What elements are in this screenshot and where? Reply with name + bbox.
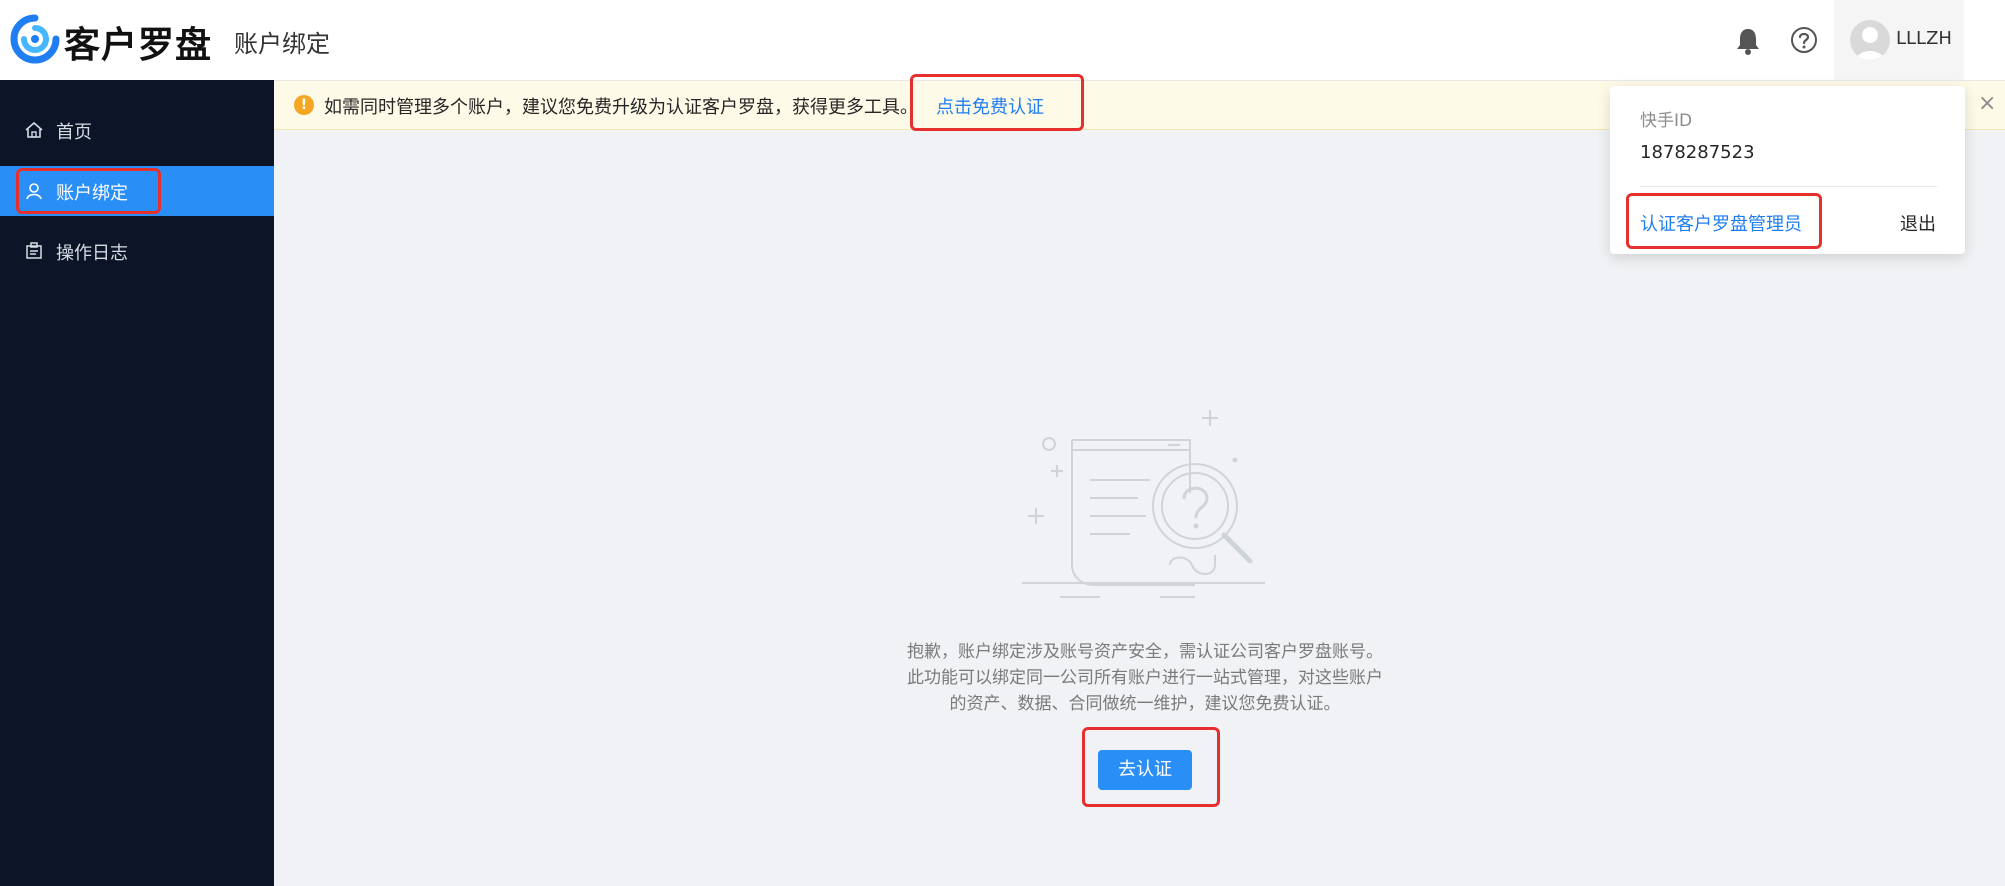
user-menu-trigger[interactable]: LLLZH (1834, 0, 1964, 80)
kuaishou-id-label: 快手ID (1640, 111, 1693, 131)
sidebar-item-label: 账户绑定 (56, 183, 128, 204)
notice-text: 如需同时管理多个账户，建议您免费升级为认证客户罗盘，获得更多工具。 (324, 97, 918, 118)
warning-icon: ! (294, 95, 314, 115)
empty-state-illustration (1022, 410, 1265, 598)
description-line-2: 此功能可以绑定同一公司所有账户进行一站式管理，对这些账户 (907, 668, 1383, 688)
user-name: LLLZH (1896, 28, 1952, 49)
free-certify-link[interactable]: 点击免费认证 (936, 93, 1044, 119)
sidebar-item-label: 首页 (56, 122, 92, 143)
user-icon (26, 183, 42, 200)
bell-icon[interactable] (1734, 26, 1762, 56)
description-line-1: 抱歉，账户绑定涉及账号资产安全，需认证公司客户罗盘账号。 (907, 642, 1383, 662)
sidebar-item-account-binding[interactable]: 账户绑定 (0, 166, 274, 216)
sidebar-item-home[interactable]: 首页 (0, 105, 274, 155)
home-icon (25, 121, 43, 138)
close-icon[interactable]: × (1978, 91, 1996, 116)
sidebar-item-operation-log[interactable]: 操作日志 (0, 226, 274, 276)
user-popover: 快手ID 1878287523 认证客户罗盘管理员 退出 (1610, 86, 1965, 254)
avatar (1850, 20, 1890, 60)
kuaishou-id-value: 1878287523 (1640, 142, 1755, 163)
description-line-3: 的资产、数据、合同做统一维护，建议您免费认证。 (949, 694, 1341, 714)
empty-state-description: 抱歉，账户绑定涉及账号资产安全，需认证公司客户罗盘账号。 此功能可以绑定同一公司… (880, 639, 1410, 717)
brand-name: 客户罗盘 (64, 25, 213, 66)
top-header: 客户罗盘 账户绑定 LLLZH (0, 0, 2005, 81)
sidebar-item-label: 操作日志 (56, 243, 128, 264)
help-icon[interactable] (1790, 26, 1818, 54)
go-certify-button[interactable]: 去认证 (1098, 750, 1192, 790)
logout-button[interactable]: 退出 (1900, 210, 1936, 236)
page-title: 账户绑定 (234, 30, 330, 58)
divider (1640, 186, 1937, 187)
sidebar: 首页 账户绑定 操作日志 (0, 80, 274, 886)
logo-icon (10, 14, 60, 64)
certify-admin-link[interactable]: 认证客户罗盘管理员 (1640, 210, 1802, 236)
log-icon (26, 242, 42, 259)
